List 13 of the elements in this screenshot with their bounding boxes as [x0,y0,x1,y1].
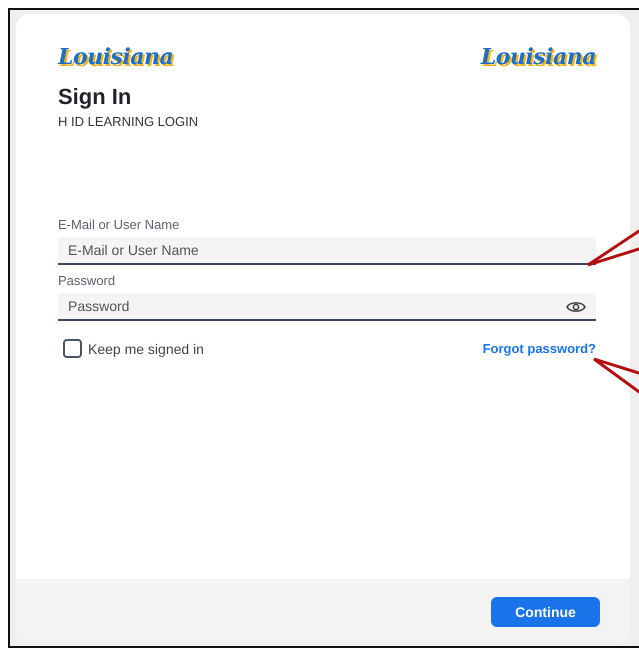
logo: Louisiana [58,44,174,70]
field-label: E-Mail or User Name [58,217,180,232]
checkbox-label: Keep me signed in [88,340,204,356]
logo: Louisiana [480,44,596,70]
eye-icon[interactable] [566,300,586,314]
username-field[interactable]: E-Mail or User Name [58,237,596,265]
password-field[interactable]: Password [58,293,596,321]
page-title: Sign In [58,84,132,110]
checkbox[interactable] [63,339,82,358]
forgot-password-link[interactable]: Forgot password? [482,341,596,356]
continue-button[interactable]: Continue [491,597,600,627]
subtitle: H ID LEARNING LOGIN [58,114,200,129]
field-label: Password [58,273,116,288]
